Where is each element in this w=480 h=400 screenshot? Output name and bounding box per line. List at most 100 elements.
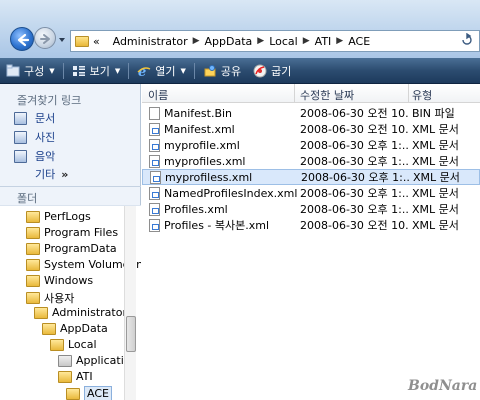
tree-item-windows[interactable]: Windows: [26, 274, 93, 287]
folder-icon: [58, 370, 72, 383]
organize-icon: [6, 64, 20, 78]
folder-icon: [26, 292, 40, 304]
special-folder-icon: [58, 354, 72, 367]
breadcrumb-administrator[interactable]: Administrator: [113, 35, 188, 48]
file-type: BIN 파일: [412, 107, 455, 120]
folders-header[interactable]: 폴더: [0, 186, 141, 206]
tree-item-local[interactable]: Local: [50, 338, 97, 351]
tree-item-programdata[interactable]: ProgramData: [26, 242, 117, 255]
fav-item-pictures[interactable]: 사진: [14, 129, 55, 145]
file-row[interactable]: Profiles.xml 2008-06-30 오후 1:... XML 문서: [142, 201, 480, 217]
open-button[interactable]: e 열기 ▼: [131, 60, 192, 82]
share-label: 공유: [220, 64, 242, 78]
folder-icon: [26, 226, 40, 239]
tree-item-application[interactable]: Applicatio: [58, 354, 131, 367]
file-row[interactable]: myprofiles.xml 2008-06-30 오후 1:... XML 문…: [142, 153, 480, 169]
caret-down-icon: ▼: [49, 66, 55, 75]
file-icon: [149, 106, 160, 120]
xml-file-icon: [150, 170, 161, 184]
file-list: 이름 수정한 날짜 유형 Manifest.Bin 2008-06-30 오전 …: [142, 84, 480, 400]
fav-item-label: 음악: [35, 150, 56, 163]
column-header-type[interactable]: 유형: [412, 87, 432, 103]
ie-icon: e: [137, 64, 151, 80]
tree-item-ati[interactable]: ATI: [58, 370, 93, 383]
open-label: 열기: [155, 64, 176, 78]
share-button[interactable]: 공유: [197, 60, 247, 82]
file-date: 2008-06-30 오전 10...: [300, 123, 408, 136]
back-button[interactable]: [10, 27, 34, 51]
views-label: 보기: [89, 64, 110, 78]
tree-item-users[interactable]: 사용자: [26, 290, 74, 306]
file-name: Profiles - 복사본.xml: [164, 219, 270, 232]
xml-file-icon: [149, 138, 160, 152]
file-type: XML 문서: [412, 123, 459, 136]
file-name: Manifest.Bin: [164, 106, 233, 120]
xml-file-icon: [149, 122, 160, 136]
column-header-name[interactable]: 이름: [148, 87, 168, 103]
tree-item-administrator[interactable]: Administrator: [34, 306, 127, 319]
fav-item-music[interactable]: 음악: [14, 148, 55, 164]
xml-file-icon: [149, 218, 160, 232]
tree-scrollbar[interactable]: [124, 206, 136, 400]
chevron-right-icon[interactable]: ▶: [193, 36, 200, 46]
file-date: 2008-06-30 오후 1:...: [300, 187, 408, 200]
tree-item-perflogs[interactable]: PerfLogs: [26, 210, 91, 223]
file-date: 2008-06-30 오전 10...: [300, 107, 408, 120]
file-type: XML 문서: [412, 155, 459, 168]
tree-item-ace[interactable]: ACE: [66, 386, 112, 400]
chevron-right-icon[interactable]: ▶: [303, 36, 310, 46]
caret-down-icon: ▼: [114, 66, 121, 75]
chevron-right-icon[interactable]: ▶: [257, 36, 264, 46]
file-name: myprofile.xml: [164, 138, 240, 152]
favorite-links-header: 즐겨찾기 링크: [17, 94, 82, 107]
double-chevron-icon: »: [61, 168, 69, 181]
music-icon: [14, 149, 27, 163]
overflow-chevron[interactable]: «: [93, 35, 100, 48]
file-name: Manifest.xml: [164, 122, 235, 136]
refresh-icon[interactable]: [460, 32, 476, 49]
breadcrumb-ati[interactable]: ATI: [315, 35, 332, 48]
file-type: XML 문서: [412, 203, 459, 216]
fav-more-link[interactable]: 기타 »: [35, 166, 68, 182]
folder-icon: [26, 210, 40, 223]
forward-button[interactable]: [34, 27, 56, 49]
breadcrumb-local[interactable]: Local: [269, 35, 298, 48]
file-date: 2008-06-30 오후 1:...: [301, 171, 409, 184]
breadcrumb-ace[interactable]: ACE: [348, 35, 370, 48]
chevron-right-icon[interactable]: ▶: [336, 36, 343, 46]
folder-icon: [26, 258, 40, 271]
file-row[interactable]: Manifest.Bin 2008-06-30 오전 10... BIN 파일: [142, 105, 480, 121]
disc-burn-icon: [253, 64, 267, 78]
file-type: XML 문서: [412, 139, 459, 152]
file-date: 2008-06-30 오후 1:...: [300, 155, 408, 168]
fav-item-label: 사진: [35, 131, 56, 144]
file-row-selected[interactable]: myprofiless.xml 2008-06-30 오후 1:... XML …: [142, 169, 480, 185]
tree-item-program-files[interactable]: Program Files: [26, 226, 118, 239]
fav-item-label: 문서: [35, 112, 56, 125]
pictures-icon: [14, 130, 27, 144]
history-dropdown-icon[interactable]: [58, 36, 66, 44]
organize-button[interactable]: 구성 ▼: [0, 60, 61, 82]
caret-down-icon: ▼: [180, 66, 186, 75]
documents-icon: [14, 111, 27, 125]
breadcrumb-appdata[interactable]: AppData: [205, 35, 253, 48]
file-row[interactable]: Manifest.xml 2008-06-30 오전 10... XML 문서: [142, 121, 480, 137]
file-name: myprofiles.xml: [164, 154, 246, 168]
file-type: XML 문서: [413, 171, 460, 184]
folder-icon: [26, 242, 40, 255]
tree-item-appdata[interactable]: AppData: [42, 322, 108, 335]
views-button[interactable]: 보기 ▼: [66, 60, 127, 82]
folder-tree: PerfLogs Program Files ProgramData Syste…: [0, 206, 141, 400]
file-date: 2008-06-30 오후 1:...: [300, 203, 408, 216]
xml-file-icon: [149, 186, 160, 200]
file-row[interactable]: myprofile.xml 2008-06-30 오후 1:... XML 문서: [142, 137, 480, 153]
fav-item-documents[interactable]: 문서: [14, 110, 55, 126]
file-row[interactable]: Profiles - 복사본.xml 2008-06-30 오전 10... X…: [142, 217, 480, 233]
file-row[interactable]: NamedProfilesIndex.xml 2008-06-30 오후 1:.…: [142, 185, 480, 201]
fav-more-label: 기타: [35, 168, 56, 181]
tree-scrollbar-thumb[interactable]: [126, 316, 136, 352]
column-header-date[interactable]: 수정한 날짜: [300, 87, 354, 103]
address-box[interactable]: « Administrator ▶ AppData ▶ Local ▶ ATI …: [70, 30, 480, 52]
burn-button[interactable]: 굽기: [247, 60, 297, 82]
column-headers: 이름 수정한 날짜 유형: [142, 84, 480, 103]
